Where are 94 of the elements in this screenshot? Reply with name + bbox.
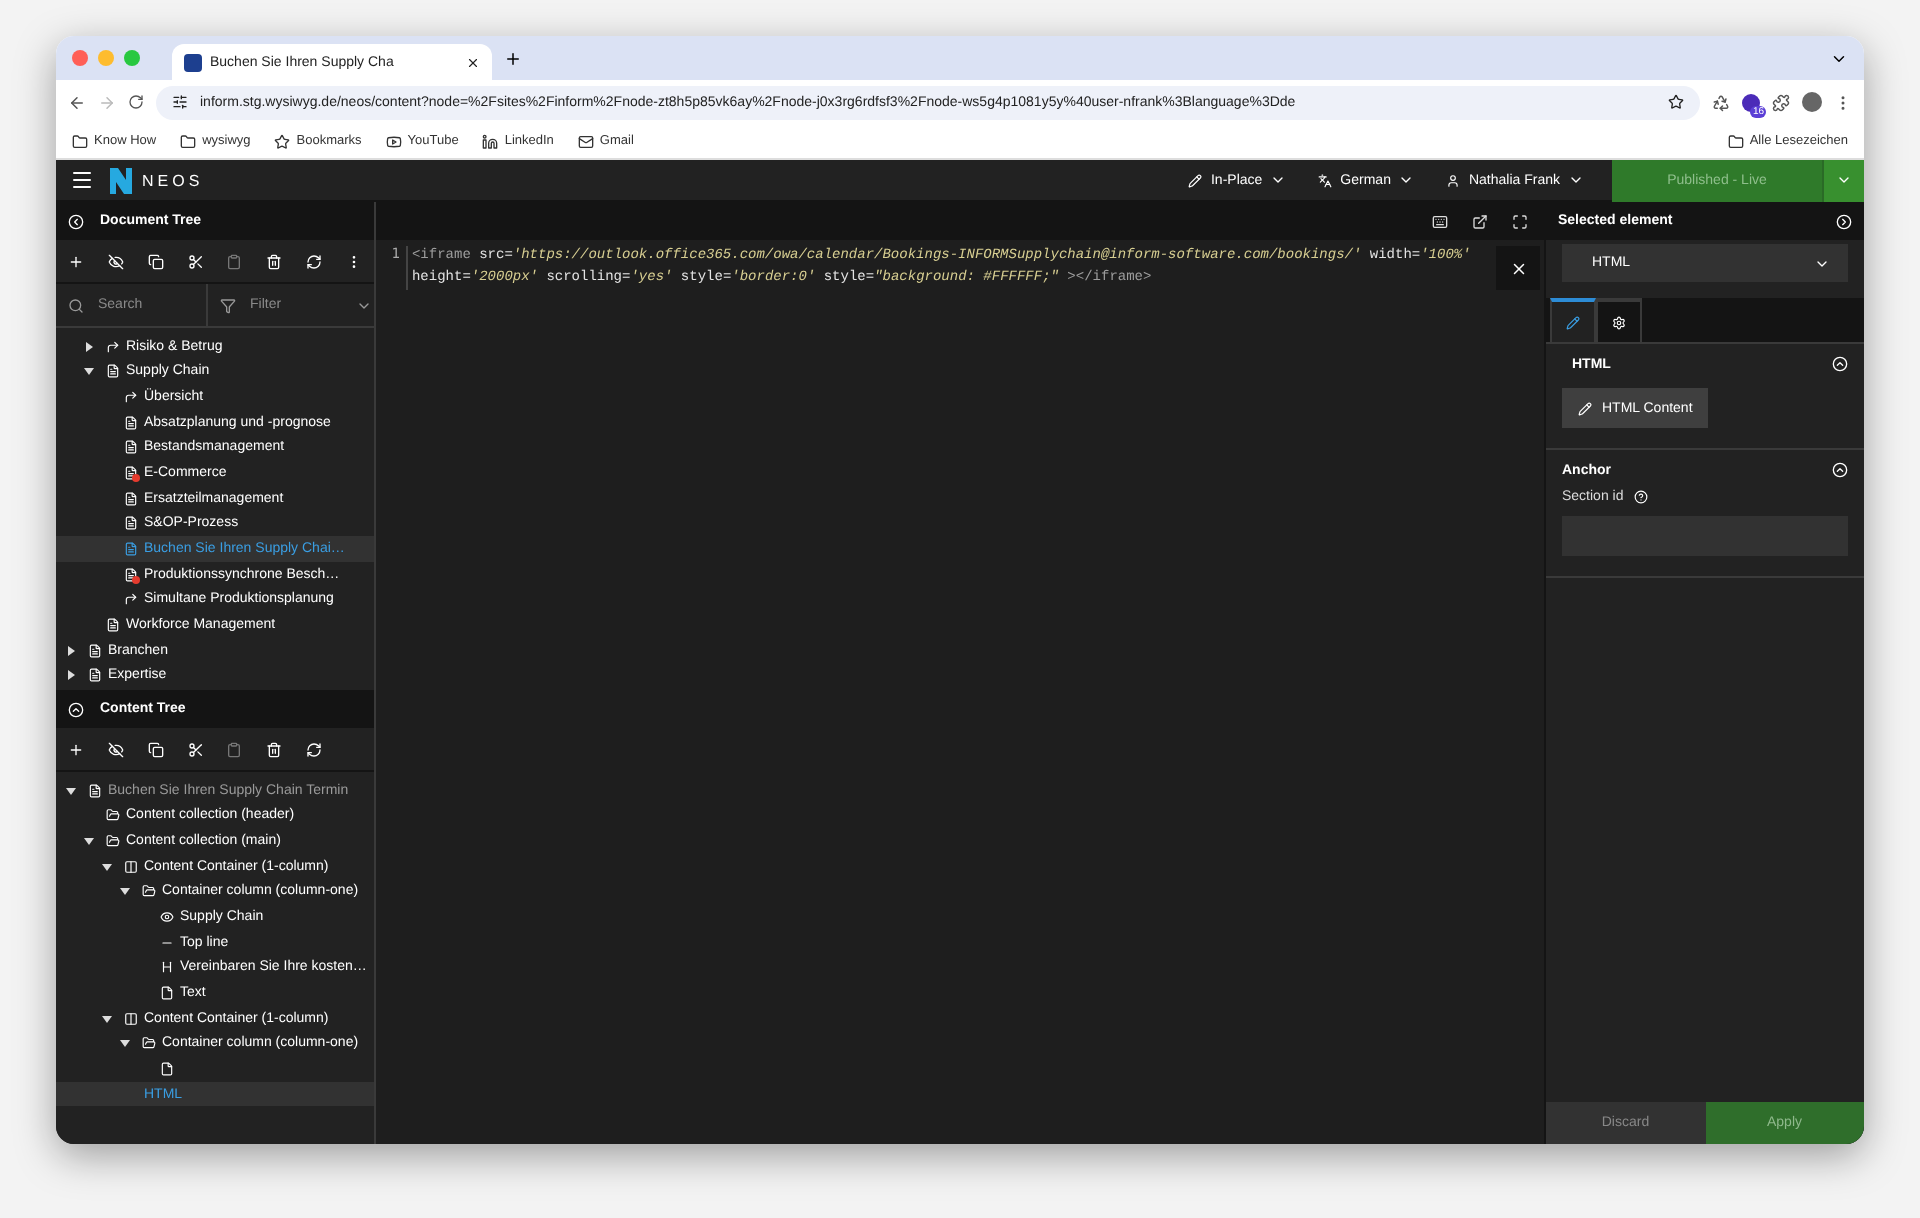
search-icon xyxy=(68,297,84,313)
user-icon xyxy=(1446,173,1461,187)
caret-icon[interactable] xyxy=(84,836,94,847)
page-icon xyxy=(123,541,137,556)
extensions-icon[interactable] xyxy=(1772,93,1790,111)
delete-icon[interactable] xyxy=(266,741,283,757)
text-document-icon xyxy=(159,1061,173,1076)
caret-icon[interactable] xyxy=(66,645,76,655)
shortcut-arrow-icon xyxy=(123,592,137,607)
close-button[interactable] xyxy=(1496,246,1540,290)
collapse-icon[interactable] xyxy=(68,213,84,229)
caret-icon[interactable] xyxy=(120,886,130,897)
settings-tab[interactable] xyxy=(1596,298,1642,342)
paste-icon[interactable] xyxy=(226,741,243,757)
back-icon[interactable] xyxy=(68,93,86,111)
heading-icon xyxy=(159,960,173,975)
hide-icon[interactable] xyxy=(107,253,124,269)
help-icon[interactable] xyxy=(1633,490,1648,504)
keyboard-icon[interactable] xyxy=(1432,213,1448,229)
text-document-icon xyxy=(159,985,173,1000)
add-icon[interactable] xyxy=(68,253,84,269)
caret-icon[interactable] xyxy=(66,670,76,681)
cut-icon[interactable] xyxy=(187,741,204,757)
page-icon xyxy=(87,643,101,657)
edit-tab[interactable] xyxy=(1550,298,1596,342)
refresh-icon[interactable] xyxy=(306,741,323,757)
refresh-icon[interactable] xyxy=(306,253,323,269)
paste-icon[interactable] xyxy=(226,253,243,269)
collapse-icon[interactable] xyxy=(1832,356,1848,372)
folder-icon xyxy=(1727,133,1744,149)
star-icon xyxy=(274,133,291,149)
delete-icon[interactable] xyxy=(266,253,283,269)
caret-icon[interactable] xyxy=(102,1013,112,1024)
shortcut-arrow-icon xyxy=(123,390,137,405)
cut-icon[interactable] xyxy=(187,253,204,269)
caret-icon[interactable] xyxy=(102,861,112,872)
close-icon xyxy=(1509,259,1527,277)
site-logo-icon xyxy=(184,53,202,71)
publish-menu-button[interactable] xyxy=(1822,159,1864,201)
page-icon xyxy=(123,516,137,531)
folder-icon xyxy=(180,133,197,149)
filter-icon xyxy=(220,297,236,313)
caret-icon[interactable] xyxy=(66,785,76,796)
pencil-icon xyxy=(1188,173,1203,187)
shortcut-arrow-icon xyxy=(105,339,119,354)
avatar-icon[interactable] xyxy=(1802,92,1822,112)
columns-icon xyxy=(123,1011,137,1026)
close-icon[interactable] xyxy=(466,55,480,69)
folder-icon xyxy=(141,884,155,899)
neos-logo: NEOS xyxy=(110,167,204,193)
page-icon xyxy=(123,415,137,430)
language-icon xyxy=(1318,173,1333,187)
pencil-icon xyxy=(1578,401,1592,415)
youtube-icon xyxy=(385,133,402,149)
caret-icon[interactable] xyxy=(120,1038,130,1049)
pencil-icon xyxy=(1566,315,1580,329)
collapse-icon[interactable] xyxy=(68,701,84,717)
warning-dot-icon xyxy=(132,575,140,584)
page-warning-icon xyxy=(123,567,137,582)
external-link-icon[interactable] xyxy=(1472,213,1488,229)
menu-icon[interactable] xyxy=(70,168,94,192)
reload-icon[interactable] xyxy=(128,94,144,110)
page-icon xyxy=(105,364,119,379)
copy-icon[interactable] xyxy=(147,253,164,269)
caret-icon[interactable] xyxy=(84,341,94,352)
caret-icon xyxy=(1568,172,1584,188)
extension-icon[interactable] xyxy=(1712,93,1730,111)
folder-icon xyxy=(72,133,88,149)
page-icon xyxy=(123,491,137,506)
page-icon xyxy=(105,617,119,632)
caret-icon[interactable] xyxy=(84,366,94,377)
columns-icon xyxy=(123,859,137,874)
page-warning-icon xyxy=(123,466,137,481)
add-icon[interactable] xyxy=(68,741,84,757)
bookmark-star-icon[interactable] xyxy=(1668,94,1684,110)
new-tab-icon[interactable] xyxy=(504,49,522,67)
page-icon xyxy=(87,668,101,683)
folder-icon xyxy=(141,1036,155,1051)
caret-icon xyxy=(1836,172,1852,188)
eye-icon xyxy=(159,910,173,925)
hide-icon[interactable] xyxy=(107,741,124,757)
settings-icon xyxy=(1612,315,1626,329)
caret-icon xyxy=(1398,172,1415,188)
caret-icon xyxy=(1270,172,1287,188)
page-icon xyxy=(87,783,101,798)
warning-dot-icon xyxy=(132,474,140,483)
copy-icon[interactable] xyxy=(147,741,164,757)
linkedin-icon xyxy=(482,133,499,149)
site-settings-icon xyxy=(172,94,188,110)
gmail-icon xyxy=(577,133,594,149)
fullscreen-icon[interactable] xyxy=(1512,213,1528,229)
collapse-icon[interactable] xyxy=(1832,462,1848,478)
collapse-icon[interactable] xyxy=(1836,213,1852,229)
page-icon xyxy=(123,440,137,455)
